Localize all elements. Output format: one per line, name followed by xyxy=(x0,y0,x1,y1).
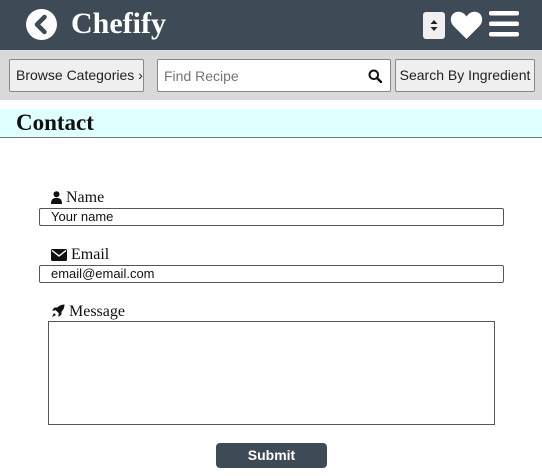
chevron-left-circle-icon xyxy=(34,14,47,35)
message-label: Message xyxy=(51,303,125,321)
sort-arrows-icon xyxy=(430,20,438,31)
search-by-ingredient-button[interactable]: Search By Ingredient xyxy=(395,59,535,92)
email-field[interactable]: email@email.com xyxy=(39,265,504,283)
name-field[interactable]: Your name xyxy=(39,208,504,226)
name-label: Name xyxy=(51,189,104,207)
section-header: Contact xyxy=(0,109,542,138)
app-header: Chefify xyxy=(0,0,542,50)
hamburger-menu-icon[interactable] xyxy=(489,10,519,38)
search-input[interactable] xyxy=(164,66,359,86)
name-label-text: Name xyxy=(66,189,105,206)
submit-button[interactable]: Submit xyxy=(216,443,327,468)
back-button[interactable] xyxy=(26,9,57,40)
email-label-text: Email xyxy=(71,246,110,263)
message-label-text: Message xyxy=(69,303,125,320)
search-box[interactable] xyxy=(157,59,391,92)
envelope-icon xyxy=(51,249,67,261)
toolbar: Browse Categories › Search By Ingredient xyxy=(0,50,542,100)
page-title: Contact xyxy=(16,110,94,135)
search-icon[interactable] xyxy=(368,69,382,83)
browse-categories-button[interactable]: Browse Categories › xyxy=(9,59,144,92)
email-label: Email xyxy=(51,246,109,264)
user-icon xyxy=(51,191,62,204)
heart-icon[interactable] xyxy=(450,10,483,40)
sort-toggle[interactable] xyxy=(423,12,445,39)
app-title[interactable]: Chefify xyxy=(71,4,166,44)
message-textarea[interactable] xyxy=(48,321,495,425)
rocket-icon xyxy=(52,304,65,317)
